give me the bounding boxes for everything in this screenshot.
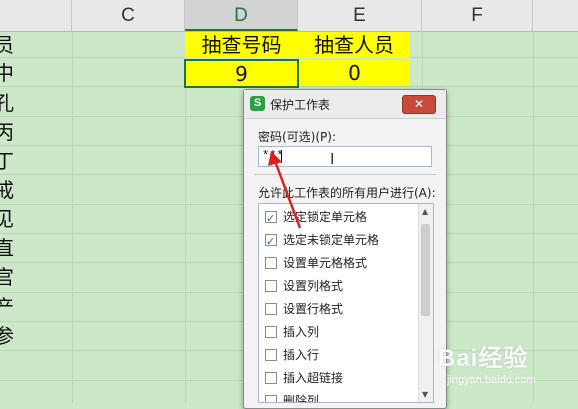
- permission-label: 插入行: [283, 348, 320, 362]
- scroll-thumb[interactable]: [421, 224, 430, 316]
- watermark-url: jingyan.baidu.com: [447, 374, 536, 386]
- permission-label: 选定未锁定单元格: [283, 233, 380, 247]
- column-header-b[interactable]: [0, 0, 72, 31]
- cell-d-value-selected[interactable]: 9: [184, 59, 299, 88]
- text-cursor: [281, 150, 282, 163]
- dialog-title: 保护工作表: [270, 98, 331, 112]
- column-header-g[interactable]: [533, 0, 578, 31]
- allow-label: 允许此工作表的所有用户进行(A):: [258, 186, 436, 200]
- cell-b-text: 直: [0, 236, 14, 260]
- cell-b-text: 宫: [0, 265, 14, 289]
- scroll-up-arrow-icon[interactable]: ▲: [422, 207, 428, 216]
- checkbox[interactable]: [265, 326, 277, 338]
- checkbox[interactable]: [265, 303, 277, 315]
- permission-label: 选定锁定单元格: [283, 210, 368, 224]
- cell-b-text: 产: [0, 295, 14, 319]
- checkbox[interactable]: [265, 208, 277, 230]
- cell-b-text: 孔: [0, 91, 14, 115]
- permission-label: 设置行格式: [283, 302, 344, 316]
- cell-b-text: 参: [0, 324, 14, 348]
- permission-label: 删除列: [283, 394, 320, 403]
- permission-list[interactable]: 选定锁定单元格 选定未锁定单元格 设置单元格格式 设置列格式 设置行格式 插入列…: [258, 203, 434, 403]
- cell-b-text: 中: [0, 61, 14, 85]
- scroll-down-arrow-icon[interactable]: ▼: [422, 390, 428, 399]
- checkbox[interactable]: [265, 349, 277, 361]
- checkbox[interactable]: [265, 372, 277, 384]
- protect-sheet-dialog: S 保护工作表 ✕ 密码(可选)(P): *** Ⅰ 允许此工作表的所有用户进行…: [243, 89, 447, 409]
- permission-label: 设置列格式: [283, 279, 344, 293]
- column-header-d[interactable]: D: [185, 0, 298, 31]
- baidu-watermark: Bai经验: [438, 345, 529, 372]
- cell-e-header[interactable]: 抽查人员: [298, 32, 410, 58]
- cell-e-value[interactable]: 0: [299, 60, 410, 86]
- cell-b-text: 见: [0, 207, 14, 231]
- dialog-titlebar[interactable]: S 保护工作表 ✕: [244, 90, 446, 119]
- list-scrollbar[interactable]: ▲ ▼: [418, 204, 433, 402]
- grid-line: [72, 32, 73, 403]
- column-header-e[interactable]: E: [298, 0, 422, 31]
- column-header-bar: C D E F: [0, 0, 578, 32]
- cell-d-header[interactable]: 抽查号码: [185, 32, 298, 58]
- permission-label: 设置单元格格式: [283, 256, 368, 270]
- checkbox[interactable]: [265, 280, 277, 292]
- cell-b-text: 员: [0, 33, 14, 57]
- checkbox[interactable]: [265, 257, 277, 269]
- column-header-c[interactable]: C: [72, 0, 185, 31]
- password-label: 密码(可选)(P):: [258, 130, 337, 144]
- wps-app-icon: S: [250, 96, 265, 111]
- checkbox[interactable]: [265, 231, 277, 253]
- grid-line: [533, 32, 534, 403]
- permission-label: 插入列: [283, 325, 320, 339]
- ibeam-cursor-icon: Ⅰ: [330, 150, 335, 168]
- close-button[interactable]: ✕: [402, 95, 436, 114]
- password-input[interactable]: ***: [258, 146, 432, 167]
- divider: [254, 174, 436, 175]
- permission-label: 插入超链接: [283, 371, 344, 385]
- cell-b-text: 丁: [0, 149, 14, 173]
- column-header-f[interactable]: F: [422, 0, 533, 31]
- cell-b-text: 戒: [0, 178, 14, 202]
- checkbox[interactable]: [265, 395, 277, 402]
- cell-b-text: 丙: [0, 120, 14, 144]
